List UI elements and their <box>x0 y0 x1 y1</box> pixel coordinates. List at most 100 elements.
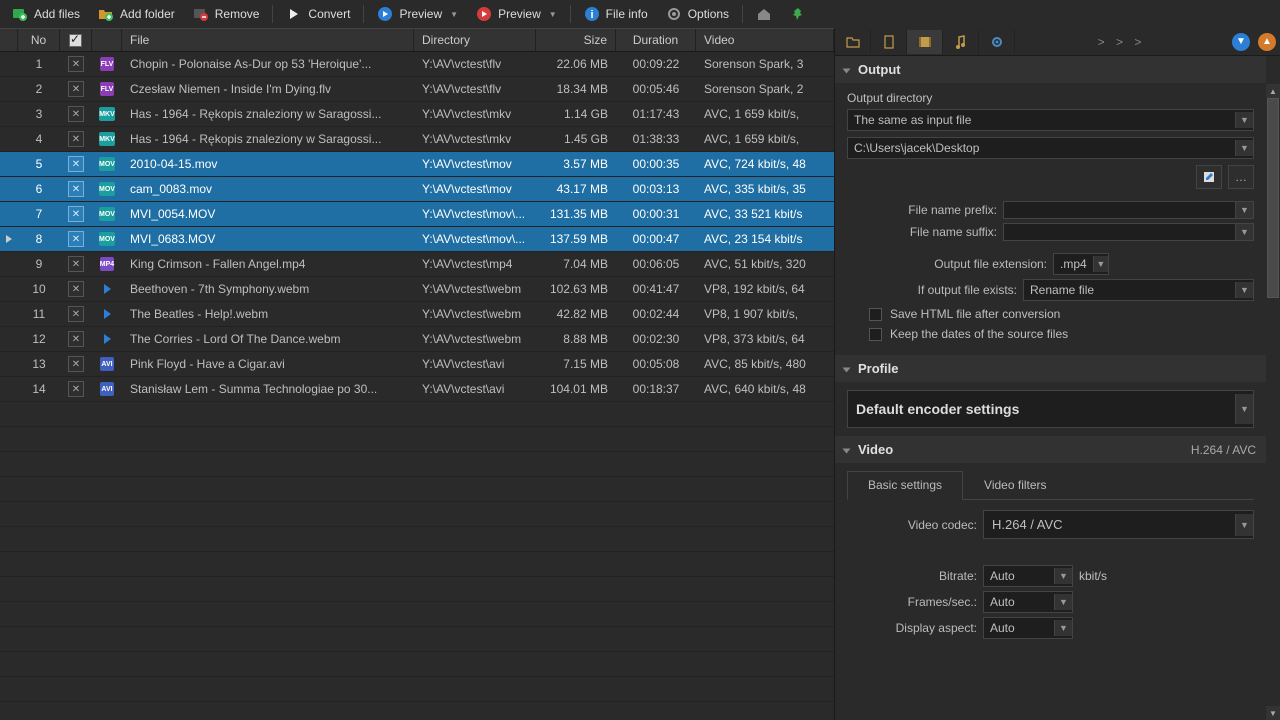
scroll-up-icon[interactable]: ▲ <box>1266 84 1280 98</box>
output-path-select[interactable]: C:\Users\jacek\Desktop ▼ <box>847 137 1254 159</box>
marker-header[interactable] <box>0 29 18 51</box>
row-remove-button[interactable]: ✕ <box>60 377 92 401</box>
file-duration: 01:38:33 <box>616 127 696 151</box>
size-header[interactable]: Size <box>536 29 616 51</box>
row-remove-button[interactable]: ✕ <box>60 277 92 301</box>
filetype-icon: MOV <box>92 152 122 176</box>
more-path-button[interactable]: … <box>1228 165 1254 189</box>
video-section-header[interactable]: Video H.264 / AVC <box>835 436 1266 463</box>
row-remove-button[interactable]: ✕ <box>60 127 92 151</box>
prefix-select[interactable]: ▼ <box>1003 201 1254 219</box>
row-remove-button[interactable]: ✕ <box>60 252 92 276</box>
suffix-select[interactable]: ▼ <box>1003 223 1254 241</box>
row-remove-button[interactable]: ✕ <box>60 52 92 76</box>
preview-red-button[interactable]: Preview ▼ <box>468 3 565 25</box>
file-video-info: Sorenson Spark, 3 <box>696 52 834 76</box>
tab-video-filters[interactable]: Video filters <box>963 471 1067 499</box>
scroll-up-button[interactable]: ▲ <box>1258 33 1276 51</box>
ext-select[interactable]: .mp4▼ <box>1053 253 1109 275</box>
video-title: Video <box>858 442 893 457</box>
table-row[interactable]: 6✕MOVcam_0083.movY:\AV\vctest\mov43.17 M… <box>0 177 834 202</box>
keep-dates-checkbox[interactable]: Keep the dates of the source files <box>869 327 1254 341</box>
scroll-thumb[interactable] <box>1267 98 1279 298</box>
row-remove-button[interactable]: ✕ <box>60 77 92 101</box>
table-row[interactable]: 8✕MOVMVI_0683.MOVY:\AV\vctest\mov\...137… <box>0 227 834 252</box>
directory-header[interactable]: Directory <box>414 29 536 51</box>
codec-value: H.264 / AVC <box>992 517 1229 532</box>
select-all-header[interactable] <box>60 29 92 51</box>
codec-select[interactable]: H.264 / AVC▼ <box>983 510 1254 539</box>
table-row[interactable]: 3✕MKVHas - 1964 - Rękopis znaleziony w S… <box>0 102 834 127</box>
table-row[interactable]: 12✕The Corries - Lord Of The Dance.webmY… <box>0 327 834 352</box>
scroll-down-icon[interactable]: ▼ <box>1266 706 1280 720</box>
tab-document[interactable] <box>871 30 907 54</box>
row-remove-button[interactable]: ✕ <box>60 227 92 251</box>
output-dir-select[interactable]: The same as input file ▼ <box>847 109 1254 131</box>
tab-video[interactable] <box>907 30 943 54</box>
row-remove-button[interactable]: ✕ <box>60 202 92 226</box>
edit-path-button[interactable] <box>1196 165 1222 189</box>
table-row[interactable]: 7✕MOVMVI_0054.MOVY:\AV\vctest\mov\...131… <box>0 202 834 227</box>
file-video-info: AVC, 85 kbit/s, 480 <box>696 352 834 376</box>
close-icon: ✕ <box>68 181 84 197</box>
icon-header[interactable] <box>92 29 122 51</box>
home-button[interactable] <box>748 3 780 25</box>
add-files-button[interactable]: Add files <box>4 3 88 25</box>
output-section-header[interactable]: Output <box>835 56 1266 83</box>
scroll-down-button[interactable]: ▼ <box>1232 33 1250 51</box>
save-html-checkbox[interactable]: Save HTML file after conversion <box>869 307 1254 321</box>
options-button[interactable]: Options <box>658 3 737 25</box>
chevron-down-icon[interactable]: ▼ <box>450 10 458 19</box>
table-row[interactable]: 2✕FLVCzesław Niemen - Inside I'm Dying.f… <box>0 77 834 102</box>
row-remove-button[interactable]: ✕ <box>60 152 92 176</box>
add-folder-button[interactable]: Add folder <box>90 3 183 25</box>
file-size: 1.14 GB <box>536 102 616 126</box>
select-all-checkbox[interactable] <box>69 34 82 47</box>
table-row[interactable]: 10✕Beethoven - 7th Symphony.webmY:\AV\vc… <box>0 277 834 302</box>
suffix-label: File name suffix: <box>847 225 997 239</box>
profile-section-header[interactable]: Profile <box>835 355 1266 382</box>
file-header[interactable]: File <box>122 29 414 51</box>
chevron-down-icon[interactable]: ▼ <box>549 10 557 19</box>
preview-blue-button[interactable]: Preview ▼ <box>369 3 466 25</box>
tab-basic-settings[interactable]: Basic settings <box>847 471 963 500</box>
table-row[interactable]: 4✕MKVHas - 1964 - Rękopis znaleziony w S… <box>0 127 834 152</box>
table-row[interactable]: 5✕MOV2010-04-15.movY:\AV\vctest\mov3.57 … <box>0 152 834 177</box>
row-remove-button[interactable]: ✕ <box>60 177 92 201</box>
table-row[interactable]: 1✕FLVChopin - Polonaise As-Dur op 53 'He… <box>0 52 834 77</box>
row-remove-button[interactable]: ✕ <box>60 327 92 351</box>
tab-settings[interactable] <box>979 30 1015 54</box>
pin-button[interactable] <box>782 3 814 25</box>
chevron-down-icon: ▼ <box>1235 112 1253 128</box>
table-row[interactable]: 9✕MP4King Crimson - Fallen Angel.mp4Y:\A… <box>0 252 834 277</box>
file-video-info: VP8, 1 907 kbit/s, <box>696 302 834 326</box>
expander-button[interactable]: > > > <box>1015 35 1228 49</box>
tab-audio[interactable] <box>943 30 979 54</box>
side-scrollbar[interactable]: ▲ ▼ <box>1266 84 1280 720</box>
file-info-button[interactable]: i File info <box>576 3 656 25</box>
bitrate-value: Auto <box>990 569 1048 583</box>
toolbar-separator <box>742 5 743 23</box>
row-remove-button[interactable]: ✕ <box>60 302 92 326</box>
tab-folder[interactable] <box>835 30 871 54</box>
main-toolbar: Add files Add folder Remove Convert Prev… <box>0 0 1280 28</box>
bitrate-select[interactable]: Auto▼ <box>983 565 1073 587</box>
table-row[interactable]: 11✕The Beatles - Help!.webmY:\AV\vctest\… <box>0 302 834 327</box>
collapse-icon <box>843 367 851 372</box>
no-header[interactable]: No <box>18 29 60 51</box>
remove-button[interactable]: Remove <box>185 3 268 25</box>
file-duration: 00:02:44 <box>616 302 696 326</box>
duration-header[interactable]: Duration <box>616 29 696 51</box>
aspect-select[interactable]: Auto▼ <box>983 617 1073 639</box>
row-remove-button[interactable]: ✕ <box>60 352 92 376</box>
convert-button[interactable]: Convert <box>278 3 358 25</box>
filetype-icon: AVI <box>92 377 122 401</box>
video-header[interactable]: Video <box>696 29 834 51</box>
table-row[interactable]: 14✕AVIStanisław Lem - Summa Technologiae… <box>0 377 834 402</box>
fps-select[interactable]: Auto▼ <box>983 591 1073 613</box>
row-remove-button[interactable]: ✕ <box>60 102 92 126</box>
file-directory: Y:\AV\vctest\flv <box>414 52 536 76</box>
exists-select[interactable]: Rename file▼ <box>1023 279 1254 301</box>
profile-select[interactable]: Default encoder settings ▼ <box>847 390 1254 428</box>
table-row[interactable]: 13✕AVIPink Floyd - Have a Cigar.aviY:\AV… <box>0 352 834 377</box>
